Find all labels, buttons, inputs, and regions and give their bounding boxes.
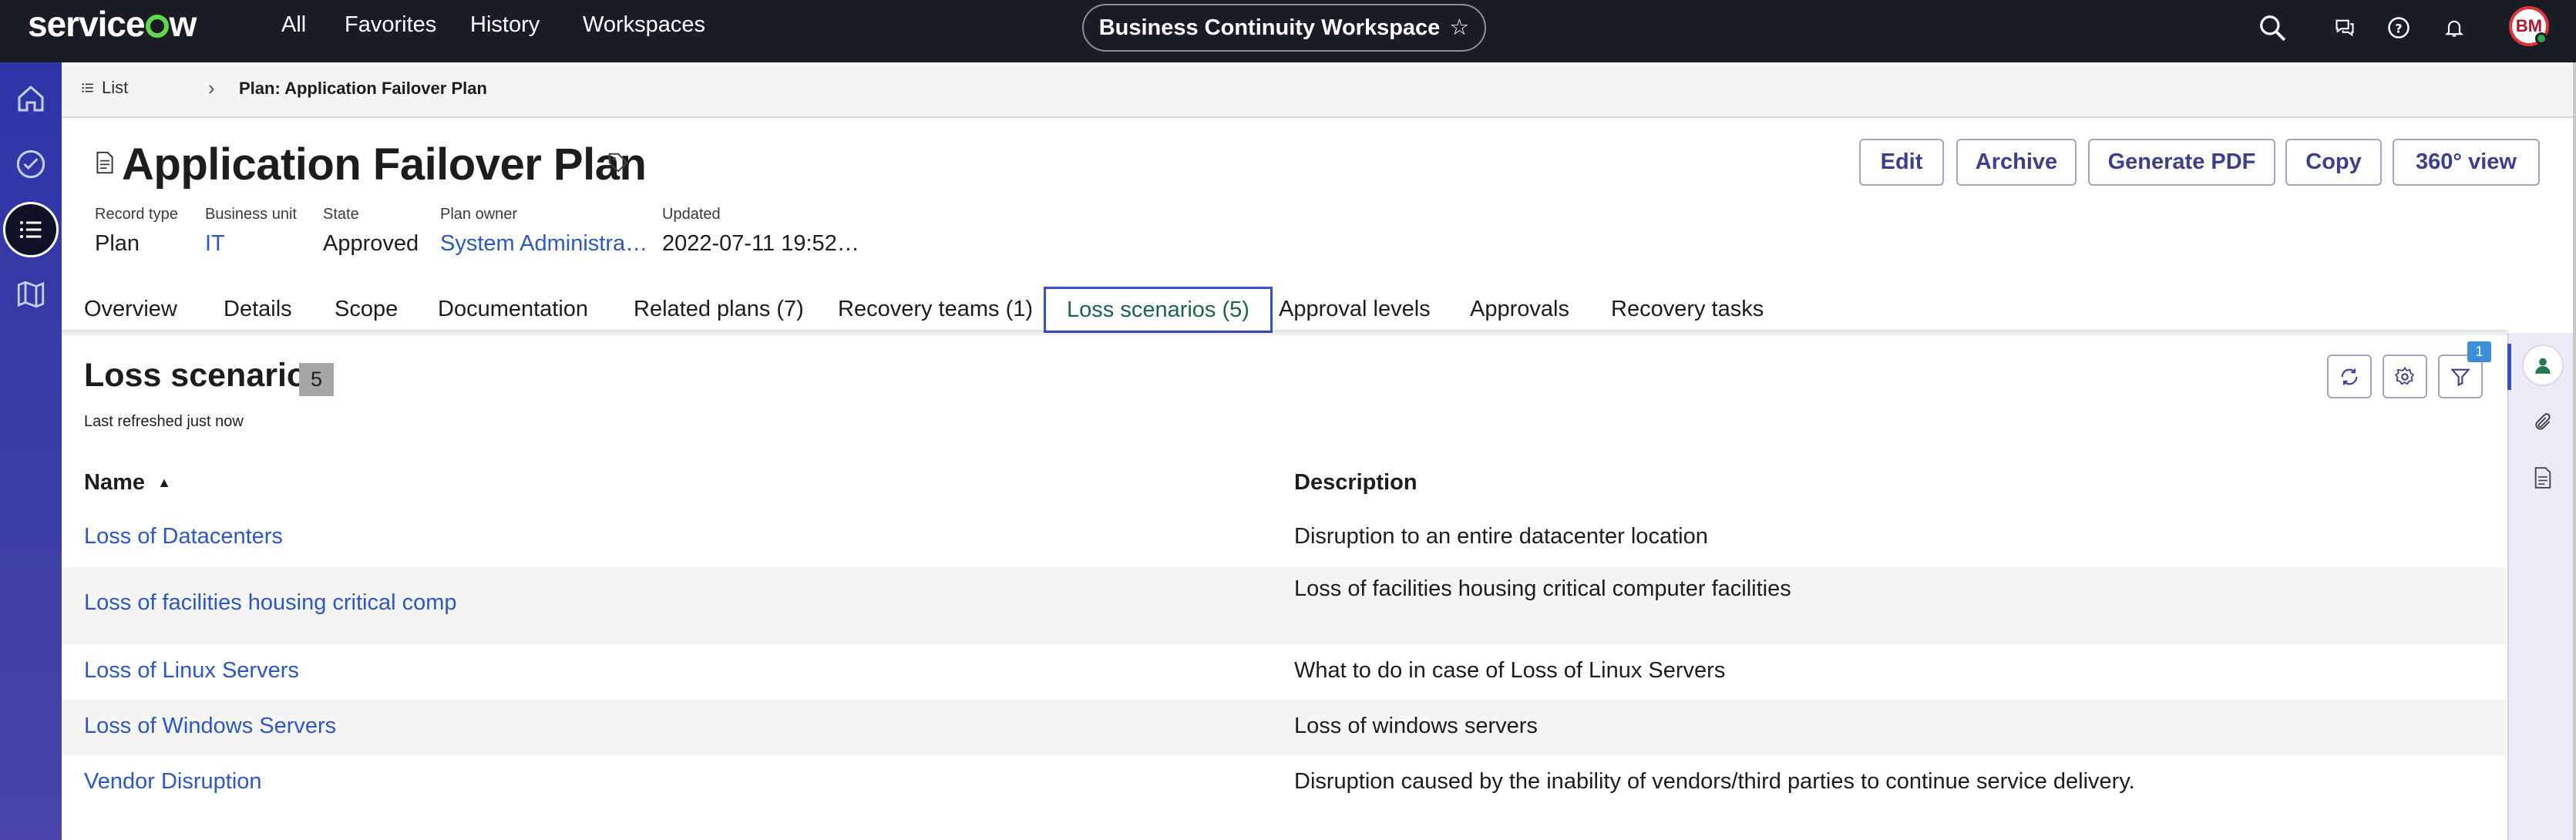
user-avatar[interactable]: BM — [2509, 6, 2549, 46]
count-badge: 5 — [299, 363, 334, 396]
breadcrumb: List › Plan: Application Failover Plan — [62, 62, 2576, 118]
meta-value: 2022-07-11 19:52… — [662, 231, 859, 256]
user-icon[interactable] — [2522, 344, 2564, 386]
tab-approvals[interactable]: Approvals — [1449, 287, 1590, 333]
table-row: Loss of Windows Servers Loss of windows … — [62, 700, 2507, 755]
scenario-name-link[interactable]: Loss of Linux Servers — [84, 658, 299, 684]
generate-pdf-button[interactable]: Generate PDF — [2088, 139, 2275, 186]
section-title: Loss scenarios — [84, 357, 326, 394]
check-circle-icon[interactable] — [6, 139, 55, 189]
filter-icon — [2450, 368, 2470, 386]
meta-plan-owner: Plan owner System Administra… — [440, 206, 647, 257]
servicenow-logo[interactable]: service w — [28, 3, 197, 45]
last-refreshed-text: Last refreshed just now — [84, 413, 244, 430]
right-rail-active-marker — [2507, 344, 2511, 390]
list-small-icon — [82, 83, 93, 92]
refresh-icon — [2341, 368, 2358, 385]
archive-button[interactable]: Archive — [1956, 139, 2077, 186]
paperclip-icon[interactable] — [2526, 405, 2560, 439]
favorite-star-icon[interactable]: ☆ — [1449, 15, 1469, 40]
document-icon[interactable] — [2526, 461, 2560, 495]
tab-recovery-teams[interactable]: Recovery teams (1) — [817, 287, 1054, 333]
tab-approval-levels[interactable]: Approval levels — [1258, 287, 1451, 333]
scenario-name-link[interactable]: Vendor Disruption — [84, 769, 262, 795]
scenario-description: What to do in case of Loss of Linux Serv… — [1294, 658, 1726, 683]
table-row: Vendor Disruption Disruption caused by t… — [62, 755, 2507, 811]
scenario-description: Loss of facilities housing critical comp… — [1294, 576, 1791, 601]
tab-loss-scenarios[interactable]: Loss scenarios (5) — [1044, 287, 1273, 333]
scrollbar[interactable] — [2573, 62, 2576, 840]
column-name-label: Name — [84, 470, 145, 495]
scenario-name-link[interactable]: Loss of Windows Servers — [84, 714, 336, 739]
tab-details[interactable]: Details — [203, 287, 313, 333]
tab-recovery-tasks[interactable]: Recovery tasks — [1590, 287, 1784, 333]
map-icon[interactable] — [6, 270, 55, 319]
meta-label: Plan owner — [440, 206, 518, 223]
scenario-description: Disruption caused by the inability of ve… — [1294, 769, 2135, 794]
nav-all[interactable]: All — [281, 12, 306, 38]
workspace-title-pill[interactable]: Business Continuity Workspace ☆ — [1082, 4, 1486, 52]
meta-value: Approved — [323, 231, 419, 256]
breadcrumb-current: Plan: Application Failover Plan — [239, 79, 487, 98]
list-icon[interactable] — [3, 202, 59, 257]
nav-favorites[interactable]: Favorites — [345, 12, 436, 38]
gear-icon — [2395, 366, 2415, 385]
refresh-button[interactable] — [2327, 354, 2372, 398]
meta-label: Record type — [95, 206, 178, 223]
table-row: Loss of Datacenters Disruption to an ent… — [62, 512, 2507, 564]
breadcrumb-list-link[interactable]: List — [82, 78, 128, 98]
tag-icon[interactable] — [607, 151, 630, 178]
meta-label: State — [323, 206, 359, 223]
meta-label: Business unit — [205, 206, 297, 223]
bell-icon[interactable] — [2436, 9, 2473, 46]
nav-history[interactable]: History — [470, 12, 540, 38]
right-contextual-rail — [2507, 333, 2576, 840]
meta-business-unit: Business unit IT — [205, 206, 297, 257]
column-header-name[interactable]: Name ▲ — [84, 470, 171, 496]
column-header-description[interactable]: Description — [1294, 470, 1417, 496]
presence-status-dot — [2535, 32, 2547, 45]
meta-label: Updated — [662, 206, 721, 223]
record-title: Application Failover Plan — [122, 139, 647, 190]
meta-updated: Updated 2022-07-11 19:52… — [662, 206, 859, 257]
document-icon — [96, 151, 114, 178]
settings-button[interactable] — [2383, 354, 2427, 398]
meta-record-type: Record type Plan — [95, 206, 178, 257]
tab-documentation[interactable]: Documentation — [417, 287, 609, 333]
tab-related-plans[interactable]: Related plans (7) — [613, 287, 825, 333]
chat-icon[interactable] — [2326, 9, 2363, 46]
scenario-name-link[interactable]: Loss of facilities housing critical comp — [84, 590, 457, 616]
filter-count-badge: 1 — [2467, 341, 2491, 362]
360-view-button[interactable]: 360° view — [2393, 139, 2540, 186]
sort-ascending-icon: ▲ — [157, 475, 171, 490]
tabs-divider — [62, 330, 2507, 338]
workspace-title: Business Continuity Workspace — [1098, 15, 1441, 40]
breadcrumb-list-label: List — [102, 78, 129, 97]
scenario-description: Disruption to an entire datacenter locat… — [1294, 524, 1708, 549]
copy-button[interactable]: Copy — [2285, 139, 2382, 186]
scenario-name-link[interactable]: Loss of Datacenters — [84, 524, 283, 549]
scenario-description: Loss of windows servers — [1294, 714, 1538, 738]
top-navigation-bar: service w All Favorites History Workspace… — [0, 0, 2576, 62]
meta-value: Plan — [95, 231, 140, 256]
tab-overview[interactable]: Overview — [63, 287, 198, 333]
plan-owner-link[interactable]: System Administra… — [440, 231, 647, 257]
table-row: Loss of facilities housing critical comp… — [62, 567, 2507, 644]
meta-state: State Approved — [323, 206, 419, 257]
tab-scope[interactable]: Scope — [314, 287, 419, 333]
business-unit-link[interactable]: IT — [205, 231, 297, 257]
chevron-right-icon: › — [208, 76, 215, 99]
search-icon[interactable] — [2254, 9, 2291, 46]
table-row: Loss of Linux Servers What to do in case… — [62, 644, 2507, 700]
left-navigation-rail — [0, 62, 62, 840]
svg-text:?: ? — [2395, 21, 2402, 35]
home-icon[interactable] — [6, 74, 55, 123]
help-icon[interactable]: ? — [2380, 9, 2417, 46]
nav-workspaces[interactable]: Workspaces — [583, 12, 705, 38]
edit-button[interactable]: Edit — [1859, 139, 1944, 186]
